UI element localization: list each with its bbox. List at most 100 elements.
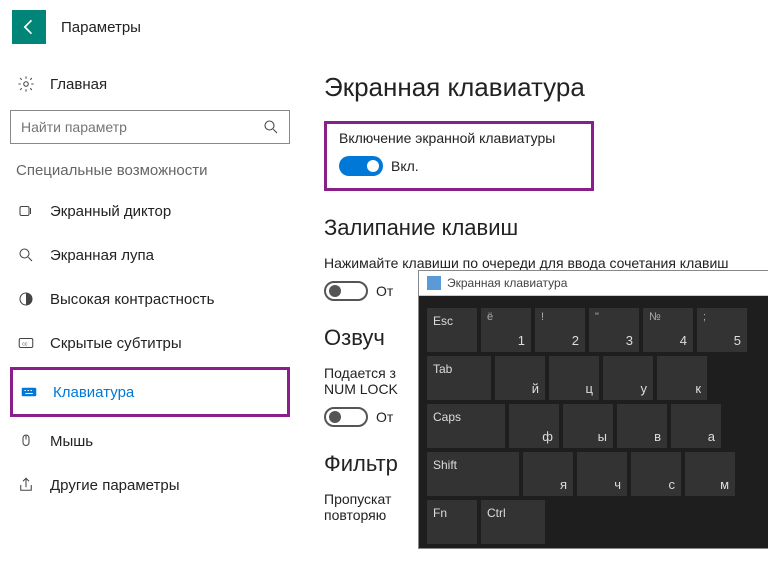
osk-key-caps[interactable]: Caps [427, 404, 505, 448]
magnifier-icon [16, 245, 36, 265]
osk-key-fn[interactable]: Fn [427, 500, 477, 544]
osk-key-label: Fn [433, 506, 447, 520]
osk-key-shift[interactable]: Shift [427, 452, 519, 496]
active-highlight-box: Клавиатура [10, 367, 290, 417]
osk-key-й[interactable]: й [495, 356, 545, 400]
osk-key-label: 2 [572, 333, 579, 348]
osk-app-icon [427, 276, 441, 290]
osk-row: Caps фы в а [427, 404, 761, 448]
osk-row: Fn Ctrl [427, 500, 761, 544]
osk-toggle-row: Вкл. [339, 156, 579, 176]
nav-label: Экранная лупа [50, 247, 154, 264]
search-field[interactable] [19, 118, 261, 136]
nav-label: Высокая контрастность [50, 291, 214, 308]
osk-key-label: а [708, 429, 715, 444]
page-title: Экранная клавиатура [324, 72, 768, 103]
osk-key-у[interactable]: у [603, 356, 653, 400]
nav-high-contrast[interactable]: Высокая контрастность [10, 277, 290, 321]
window-title: Параметры [61, 19, 141, 36]
osk-key-к[interactable]: к [657, 356, 707, 400]
export-icon [16, 475, 36, 495]
narrator-icon [16, 201, 36, 221]
osk-key-label: ц [586, 381, 593, 396]
osk-key-2[interactable]: !2 [535, 308, 585, 352]
osk-title-text: Экранная клавиатура [447, 276, 567, 290]
osk-key-ч[interactable]: ч [577, 452, 627, 496]
osk-key-м[interactable]: м [685, 452, 735, 496]
osk-key-esc[interactable]: Esc [427, 308, 477, 352]
search-icon [261, 117, 281, 137]
sidebar-section-header: Специальные возможности [10, 162, 290, 179]
osk-key-1[interactable]: ё1 [481, 308, 531, 352]
nav-label: Скрытые субтитры [50, 335, 182, 352]
osk-toggle-label: Вкл. [391, 158, 419, 174]
osk-key-в[interactable]: в [617, 404, 667, 448]
osk-row: Escё1!2"3№4;5 [427, 308, 761, 352]
nav-label: Клавиатура [53, 384, 134, 401]
osk-key-tab[interactable]: Tab [427, 356, 491, 400]
osk-key-sup: ! [541, 311, 544, 323]
osk-key-label: Caps [433, 410, 461, 424]
osk-key-label: ч [614, 477, 621, 492]
osk-key-4[interactable]: №4 [643, 308, 693, 352]
osk-key-3[interactable]: "3 [589, 308, 639, 352]
osk-key-с[interactable]: с [631, 452, 681, 496]
osk-key-ctrl[interactable]: Ctrl [481, 500, 545, 544]
nav-narrator[interactable]: Экранный диктор [10, 189, 290, 233]
svg-text:cc: cc [22, 341, 28, 347]
osk-key-sup: " [595, 311, 599, 323]
osk-key-ы[interactable]: ы [563, 404, 613, 448]
nav-keyboard[interactable]: Клавиатура [13, 370, 287, 414]
osk-key-label: ф [542, 429, 553, 444]
osk-key-ц[interactable]: ц [549, 356, 599, 400]
nav-label: Мышь [50, 433, 93, 450]
keyboard-icon [19, 382, 39, 402]
sound-toggle[interactable] [324, 407, 368, 427]
nav-label: Экранный диктор [50, 203, 171, 220]
nav-label: Другие параметры [50, 477, 180, 494]
osk-key-ф[interactable]: ф [509, 404, 559, 448]
osk-setting-highlight: Включение экранной клавиатуры Вкл. [324, 121, 594, 191]
osk-key-label: й [532, 381, 539, 396]
osk-key-5[interactable]: ;5 [697, 308, 747, 352]
search-input[interactable] [10, 110, 290, 144]
osk-key-label: м [720, 477, 729, 492]
sound-toggle-label: От [376, 409, 393, 425]
nav-closed-captions[interactable]: cc Скрытые субтитры [10, 321, 290, 365]
gear-icon [16, 74, 36, 94]
osk-toggle[interactable] [339, 156, 383, 176]
sidebar-home[interactable]: Главная [10, 64, 290, 104]
back-button[interactable] [12, 10, 46, 44]
nav-other-options[interactable]: Другие параметры [10, 463, 290, 507]
nav-mouse[interactable]: Мышь [10, 419, 290, 463]
osk-row: Shift я ч с м [427, 452, 761, 496]
mouse-icon [16, 431, 36, 451]
sidebar: Главная Специальные возможности Экранный… [0, 54, 300, 533]
osk-key-label: в [654, 429, 661, 444]
sticky-toggle-label: От [376, 283, 393, 299]
nav-magnifier[interactable]: Экранная лупа [10, 233, 290, 277]
osk-key-я[interactable]: я [523, 452, 573, 496]
osk-key-label: 3 [626, 333, 633, 348]
osk-key-label: с [669, 477, 676, 492]
osk-row: Tab й ц у к [427, 356, 761, 400]
osk-key-label: у [641, 381, 648, 396]
osk-key-label: Tab [433, 362, 452, 376]
osk-key-label: к [695, 381, 701, 396]
osk-key-label: 5 [734, 333, 741, 348]
sticky-toggle[interactable] [324, 281, 368, 301]
osk-key-label: Esc [433, 314, 453, 328]
on-screen-keyboard-window[interactable]: Экранная клавиатура Escё1!2"3№4;5Tabйцук… [418, 270, 768, 549]
window-header: Параметры [0, 0, 768, 54]
contrast-icon [16, 289, 36, 309]
sticky-keys-desc: Нажимайте клавиши по очереди для ввода с… [324, 255, 744, 271]
osk-setting-desc: Включение экранной клавиатуры [339, 130, 579, 146]
osk-key-sup: ё [487, 311, 493, 323]
sidebar-home-label: Главная [50, 76, 107, 93]
osk-key-sup: ; [703, 311, 706, 323]
osk-key-а[interactable]: а [671, 404, 721, 448]
osk-key-label: Shift [433, 458, 457, 472]
osk-key-label: 1 [518, 333, 525, 348]
osk-key-label: 4 [680, 333, 687, 348]
osk-title-bar[interactable]: Экранная клавиатура [419, 271, 768, 296]
